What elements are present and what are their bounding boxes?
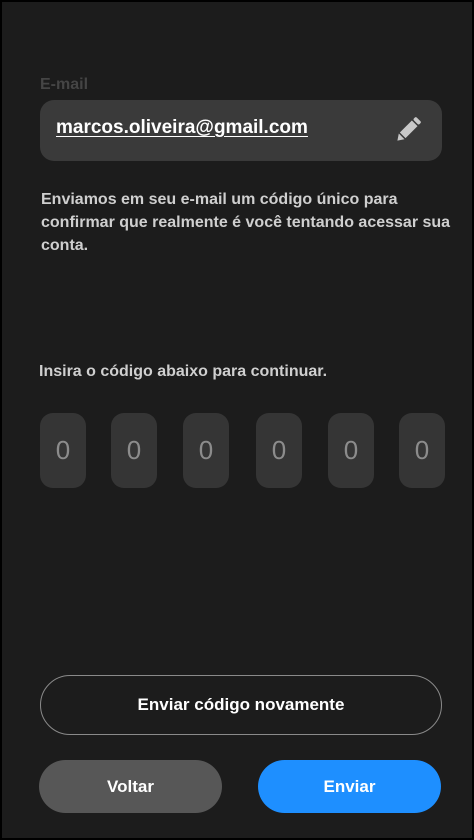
code-digit-3[interactable] <box>183 413 229 488</box>
pencil-icon[interactable] <box>392 114 424 146</box>
code-digit-6[interactable] <box>399 413 445 488</box>
code-digit-1[interactable] <box>40 413 86 488</box>
code-digit-5[interactable] <box>328 413 374 488</box>
back-button[interactable]: Voltar <box>39 760 222 813</box>
email-field: marcos.oliveira@gmail.com <box>40 100 442 161</box>
code-inputs <box>2 413 474 489</box>
verification-screen: E-mail marcos.oliveira@gmail.com Enviamo… <box>0 0 474 840</box>
code-digit-4[interactable] <box>256 413 302 488</box>
email-value: marcos.oliveira@gmail.com <box>56 117 308 138</box>
code-digit-2[interactable] <box>111 413 157 488</box>
pencil-icon-graphic <box>397 117 421 141</box>
resend-code-button[interactable]: Enviar código novamente <box>40 675 442 735</box>
email-label: E-mail <box>40 76 89 93</box>
info-text: Enviamos em seu e-mail um código único p… <box>41 191 451 254</box>
send-button[interactable]: Enviar <box>258 760 441 813</box>
code-prompt: Insira o código abaixo para continuar. <box>39 363 328 380</box>
